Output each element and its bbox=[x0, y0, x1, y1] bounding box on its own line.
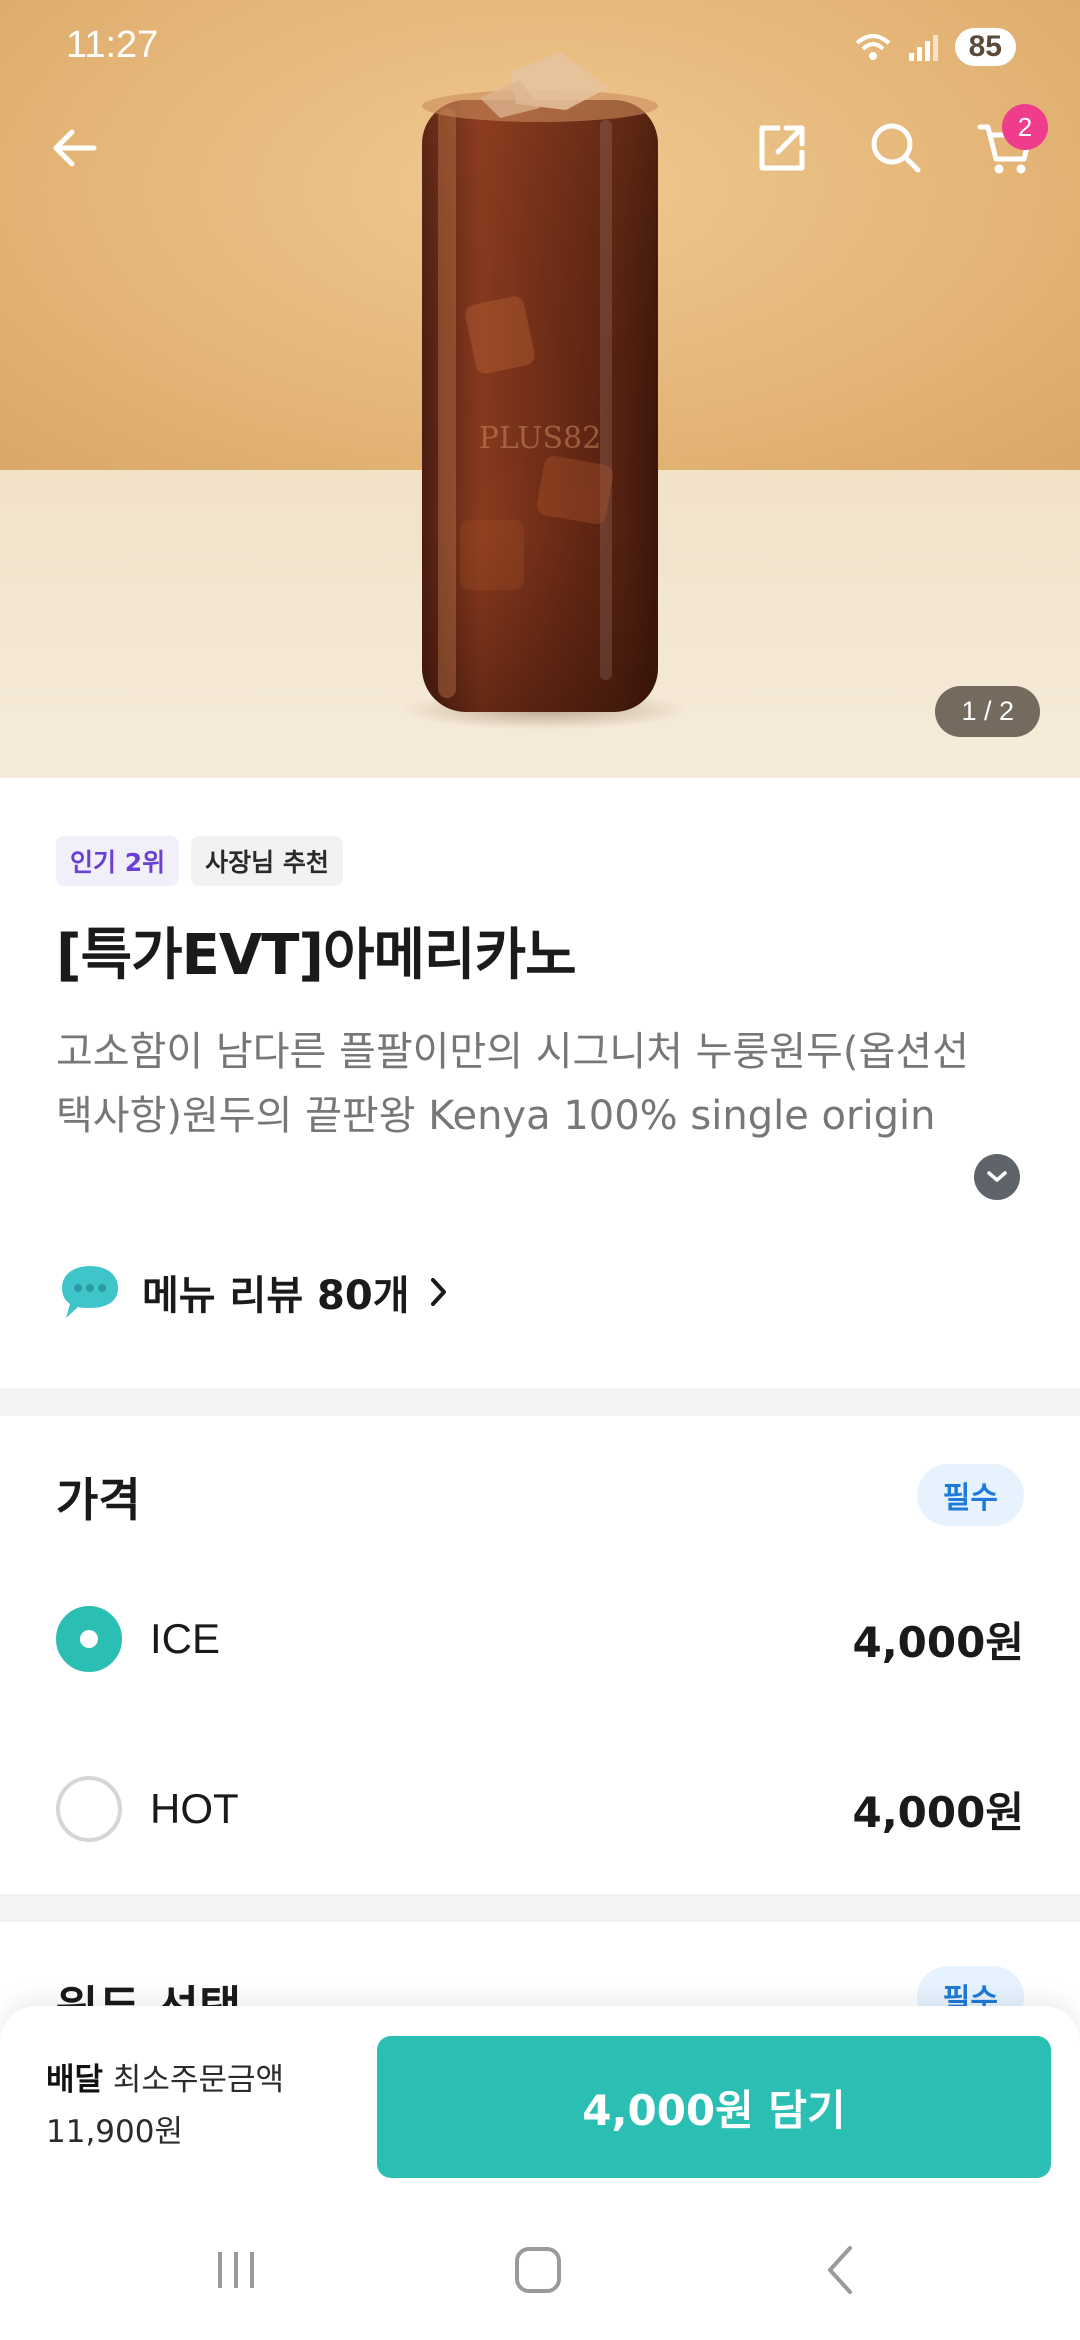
top-nav: 2 bbox=[0, 104, 1080, 192]
glass-brand-text: PLUS82 bbox=[479, 421, 601, 456]
chat-bubble-icon bbox=[62, 1266, 118, 1318]
battery-indicator: 85 bbox=[954, 28, 1016, 66]
product-badges: 인기 2위 사장님 추천 bbox=[56, 836, 343, 886]
recent-apps-icon[interactable] bbox=[206, 2240, 266, 2300]
price-section-title: 가격 bbox=[56, 1473, 141, 1527]
option-ice[interactable]: ICE 4,000원 bbox=[56, 1594, 1024, 1684]
min-order-value: 11,900원 bbox=[46, 2114, 183, 2150]
radio-ice[interactable] bbox=[56, 1606, 122, 1672]
section-divider bbox=[0, 1894, 1080, 1922]
expand-description-button[interactable] bbox=[974, 1154, 1020, 1200]
option-label: ICE bbox=[150, 1615, 221, 1662]
home-icon[interactable] bbox=[508, 2240, 568, 2300]
chevron-down-icon bbox=[987, 1171, 1007, 1182]
cart-count-badge: 2 bbox=[1002, 104, 1048, 150]
min-order-label: 최소주문금액 bbox=[112, 2062, 285, 2098]
owner-pick-badge: 사장님 추천 bbox=[191, 836, 343, 886]
status-time: 11:27 bbox=[66, 24, 159, 66]
share-icon bbox=[759, 125, 805, 171]
back-button[interactable] bbox=[38, 112, 110, 184]
back-icon[interactable] bbox=[812, 2240, 872, 2300]
chevron-right-icon bbox=[430, 1278, 446, 1306]
share-button[interactable] bbox=[746, 112, 818, 184]
radio-hot[interactable] bbox=[56, 1776, 122, 1842]
product-description: 고소함이 남다른 플팔이만의 시그니처 누룽원두(옵션선택사항)원두의 끝판왕 … bbox=[56, 1029, 969, 1139]
section-divider bbox=[0, 1388, 1080, 1416]
signal-icon bbox=[908, 35, 938, 61]
search-button[interactable] bbox=[860, 112, 932, 184]
menu-review-link[interactable]: 메뉴 리뷰 80개 bbox=[56, 1262, 450, 1322]
status-bar: 11:27 85 bbox=[0, 0, 1080, 96]
delivery-label: 배달 bbox=[46, 2062, 104, 2098]
wifi-icon bbox=[855, 34, 890, 60]
product-info: 인기 2위 사장님 추천 [특가EVT]아메리카노 고소함이 남다른 플팔이만의… bbox=[0, 778, 1080, 1388]
status-icons: 85 bbox=[853, 28, 1016, 66]
popular-rank-badge: 인기 2위 bbox=[56, 836, 180, 886]
product-title: [특가EVT]아메리카노 bbox=[56, 923, 577, 988]
option-hot[interactable]: HOT 4,000원 bbox=[56, 1764, 1024, 1854]
back-arrow-icon bbox=[53, 129, 97, 167]
min-order-info: 배달 최소주문금액 11,900원 bbox=[46, 2054, 284, 2158]
option-label: HOT bbox=[150, 1785, 239, 1832]
option-price: 4,000원 bbox=[852, 1617, 1025, 1667]
system-nav-bar bbox=[0, 2220, 1080, 2320]
image-page-indicator: 1 / 2 bbox=[935, 686, 1040, 737]
search-icon bbox=[871, 123, 921, 173]
add-to-cart-button[interactable]: 4,000원 담기 bbox=[377, 2036, 1051, 2178]
option-price: 4,000원 bbox=[852, 1787, 1025, 1837]
cart-button[interactable]: 2 bbox=[970, 104, 1048, 184]
review-count-label: 메뉴 리뷰 80개 bbox=[142, 1273, 410, 1319]
price-required-badge: 필수 bbox=[916, 1464, 1024, 1526]
